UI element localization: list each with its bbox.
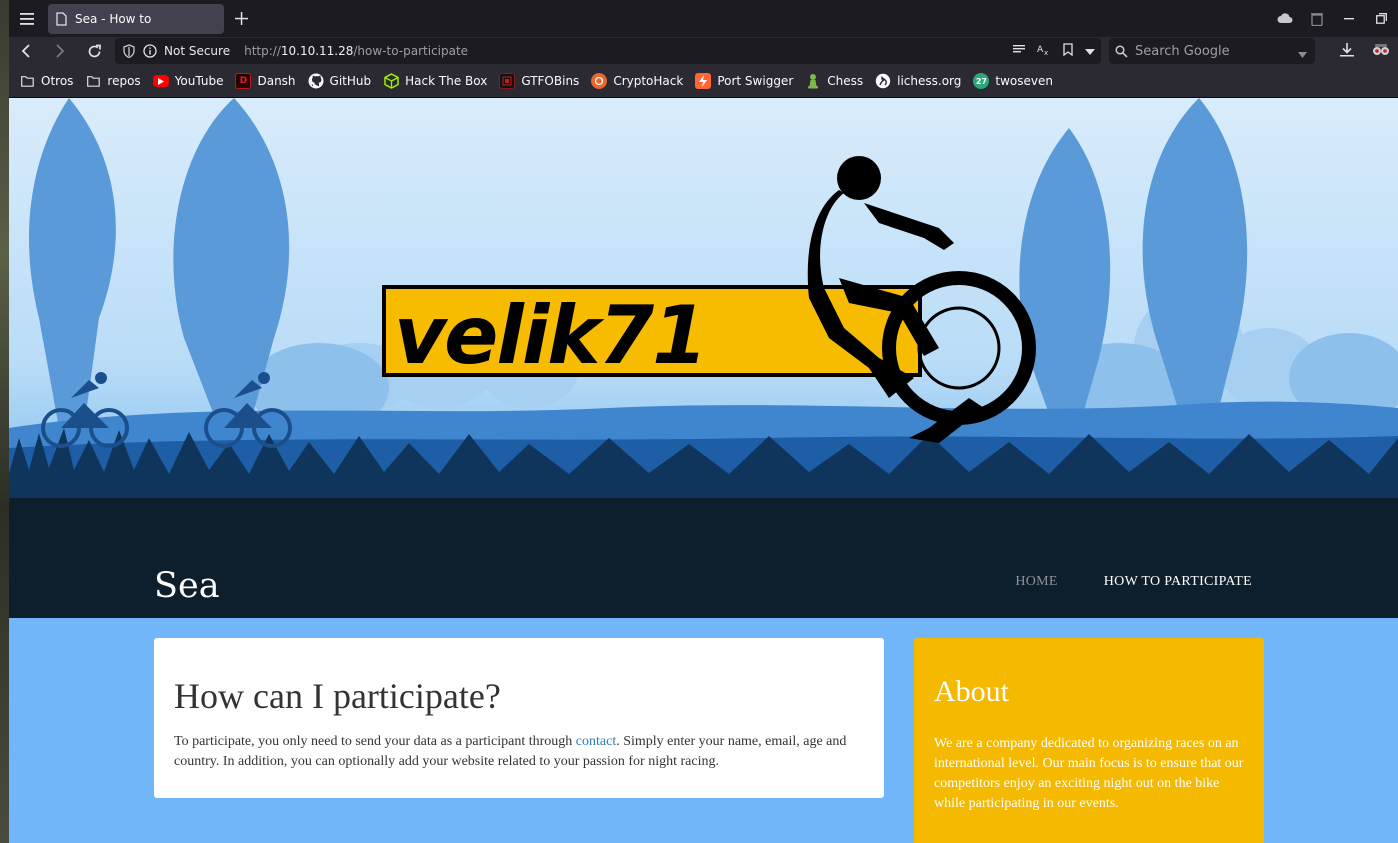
extension-icon[interactable] [1372, 42, 1390, 61]
hamburger-icon [20, 12, 34, 25]
new-tab-button[interactable] [226, 4, 256, 34]
chess-pawn-icon [805, 73, 821, 89]
participate-text: To participate, you only need to send yo… [174, 732, 864, 772]
reload-button[interactable] [77, 37, 111, 65]
info-icon[interactable] [143, 44, 157, 58]
portswigger-icon [695, 73, 712, 89]
folder-icon [85, 73, 101, 89]
search-icon [1115, 44, 1128, 58]
bookmark-youtube[interactable]: YouTube [152, 70, 224, 92]
search-placeholder: Search Google [1135, 43, 1230, 59]
plus-icon [234, 12, 248, 25]
bookmark-label: GTFOBins [521, 74, 580, 88]
address-bar-actions: Ax [1013, 38, 1095, 64]
page-icon [56, 11, 68, 26]
trash-icon[interactable] [1308, 10, 1326, 28]
svg-text:x: x [1044, 49, 1048, 56]
lichess-icon [875, 73, 891, 89]
site-title[interactable]: Sea [154, 566, 220, 606]
cryptohack-icon [591, 73, 608, 89]
bookmark-gtfobins[interactable]: GTFOBins [499, 70, 579, 92]
maximize-button[interactable] [1372, 10, 1390, 28]
bookmark-label: Dansh [257, 74, 296, 88]
minimize-button[interactable] [1340, 10, 1358, 28]
reload-icon [88, 44, 101, 57]
security-label: Not Secure [164, 44, 231, 58]
navigation-bar: Not Secure http://10.10.11.28/how-to-par… [9, 37, 1398, 65]
contact-link[interactable]: contact [576, 734, 616, 749]
twoseven-icon: 27 [973, 73, 990, 89]
download-icon[interactable] [1340, 42, 1354, 61]
content-area: How can I participate? To participate, y… [9, 618, 1398, 843]
logo-text: velik71 [394, 289, 706, 382]
page-heading: How can I participate? [174, 676, 501, 716]
url-host: 10.10.11.28 [280, 44, 354, 58]
arrow-left-icon [21, 44, 30, 58]
window-controls [1276, 0, 1390, 37]
about-text: We are a company dedicated to organizing… [934, 736, 1244, 811]
tab-title: Sea - How to [75, 11, 152, 26]
shield-icon[interactable] [123, 44, 137, 58]
bookmark-star-icon[interactable] [1063, 43, 1073, 59]
cloud-icon[interactable] [1276, 10, 1294, 28]
bookmark-otros[interactable]: Otros [19, 70, 73, 92]
bookmark-hackthebox[interactable]: Hack The Box [383, 70, 487, 92]
reader-view-icon[interactable] [1013, 44, 1025, 58]
about-card: About We are a company dedicated to orga… [914, 638, 1264, 843]
nav-link-home[interactable]: HOME [1015, 574, 1057, 590]
toolbar-right [1340, 37, 1390, 65]
browser-window: Sea - How to Not Secure http:// 10.10.11… [9, 0, 1398, 843]
participate-card: How can I participate? To participate, y… [154, 638, 884, 798]
bookmark-label: YouTube [174, 74, 224, 88]
nav-link-how-to-participate[interactable]: HOW TO PARTICIPATE [1104, 574, 1252, 590]
tab-strip: Sea - How to [9, 0, 1398, 37]
site-navigation: HOME HOW TO PARTICIPATE [1015, 574, 1252, 590]
search-engine-dropdown-icon[interactable] [1298, 47, 1307, 62]
youtube-icon [152, 75, 169, 87]
bookmark-label: GitHub [329, 74, 372, 88]
hero-banner: velik71 Sea HOME HOW TO PARTICIPATE [9, 98, 1398, 618]
menu-button[interactable] [9, 0, 45, 37]
chevron-down-icon[interactable] [1085, 44, 1095, 58]
hackthebox-icon [383, 73, 399, 89]
bookmark-cryptohack[interactable]: CryptoHack [591, 70, 683, 92]
bookmark-label: Chess [827, 74, 864, 88]
gtfobins-icon [499, 73, 516, 89]
forward-button[interactable] [43, 37, 77, 65]
arrow-right-icon [56, 44, 65, 58]
search-input[interactable]: Search Google [1109, 38, 1315, 64]
bookmark-dansh[interactable]: D Dansh [235, 70, 296, 92]
translate-icon[interactable]: Ax [1037, 43, 1051, 59]
bookmark-portswigger[interactable]: Port Swigger [695, 70, 793, 92]
url-path: /how-to-participate [353, 44, 469, 58]
bookmark-label: lichess.org [897, 74, 962, 88]
bookmarks-toolbar: Otros repos YouTube D Dansh GitHub Hack … [9, 65, 1398, 98]
bookmark-label: twoseven [995, 74, 1053, 88]
bookmark-label: repos [107, 74, 141, 88]
svg-text:A: A [1037, 45, 1044, 55]
bookmark-label: Port Swigger [717, 74, 794, 88]
about-heading: About [934, 675, 1009, 708]
bookmark-repos[interactable]: repos [85, 70, 141, 92]
bookmark-chess[interactable]: Chess [805, 70, 863, 92]
folder-icon [19, 73, 35, 89]
forest-banner-image: velik71 [9, 98, 1398, 618]
bookmark-label: Hack The Box [405, 74, 488, 88]
address-bar[interactable]: Not Secure http://10.10.11.28/how-to-par… [115, 38, 1101, 64]
bookmark-lichess[interactable]: lichess.org [875, 70, 961, 92]
github-icon [308, 73, 324, 89]
bookmark-twoseven[interactable]: 27 twoseven [973, 70, 1053, 92]
bookmark-github[interactable]: GitHub [308, 70, 372, 92]
back-button[interactable] [9, 37, 43, 65]
bookmark-label: Otros [41, 74, 74, 88]
url-scheme: http:// [244, 44, 281, 58]
participate-text-start: To participate, you only need to send yo… [174, 734, 576, 749]
dansh-icon: D [235, 73, 252, 89]
bookmark-label: CryptoHack [613, 74, 684, 88]
web-page: velik71 Sea HOME HOW TO PARTICIPATE How … [9, 98, 1398, 843]
tab-active[interactable]: Sea - How to [48, 3, 224, 34]
